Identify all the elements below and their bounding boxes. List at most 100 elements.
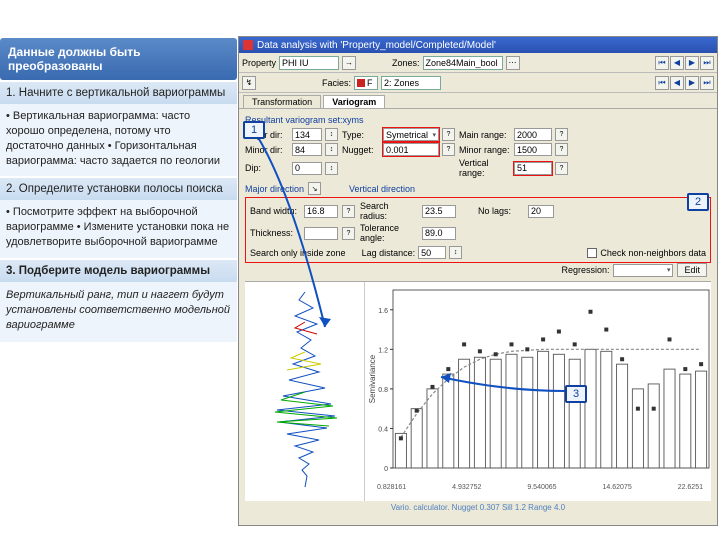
- check-nonneighbors-label: Check non-neighbors data: [600, 248, 706, 258]
- nugget-help-icon[interactable]: ?: [442, 143, 455, 156]
- band-field[interactable]: 16.8: [304, 205, 338, 218]
- nav2-last-icon[interactable]: ⏭: [700, 76, 714, 90]
- radius-label: Search radius:: [360, 201, 418, 221]
- thick-field[interactable]: [304, 227, 338, 240]
- section-label: Resultant variogram set:xyms: [245, 115, 711, 125]
- type-help-icon[interactable]: ?: [442, 128, 455, 141]
- lagdist-icon[interactable]: ↕: [449, 246, 462, 259]
- window-title: Data analysis with 'Property_model/Compl…: [257, 40, 496, 51]
- nav-cluster-2: ⏮ ◀ ▶ ⏭: [655, 76, 714, 90]
- facies-label: Facies:: [322, 78, 351, 88]
- zone-level-select[interactable]: 2: Zones: [381, 76, 441, 90]
- type-select[interactable]: Symetrical: [383, 128, 439, 141]
- type-label: Type:: [342, 130, 380, 140]
- app-icon: [243, 40, 253, 50]
- svg-text:0.4: 0.4: [378, 426, 388, 433]
- search-only-label: Search only inside zone: [250, 248, 346, 258]
- zones-select[interactable]: Zone84Main_bool: [423, 56, 503, 70]
- vertical-range-field[interactable]: 51: [514, 162, 552, 175]
- minor-dir-field[interactable]: 84: [292, 143, 322, 156]
- tabs: Transformation Variogram: [239, 93, 717, 109]
- chart-row: 00.40.81.21.6Semivariance 0.828161 4.932…: [245, 281, 711, 501]
- instruction-panel: Данные должны быть преобразованы 1. Начн…: [0, 38, 237, 342]
- direction-row: Major direction ↘ Vertical direction: [245, 182, 711, 195]
- content: Resultant variogram set:xyms Major dir: …: [239, 109, 717, 516]
- arrow-icon[interactable]: →: [342, 56, 356, 70]
- thick-help-icon[interactable]: ?: [342, 227, 355, 240]
- nav-last-icon[interactable]: ⏭: [700, 56, 714, 70]
- tol-label: Tolerance angle:: [360, 223, 418, 243]
- nolags-label: No lags:: [478, 206, 524, 216]
- lagdist-label: Lag distance:: [362, 248, 416, 258]
- check-nonneighbors-checkbox[interactable]: [587, 248, 597, 258]
- major-dir-field[interactable]: 134: [292, 128, 322, 141]
- nugget-label: Nugget:: [342, 145, 380, 155]
- vertical-trace-icon: [245, 282, 365, 502]
- step2-body: • Посмотрите эффект на выборочной вариог…: [0, 200, 237, 258]
- dip-label: Dip:: [245, 163, 289, 173]
- nugget-field[interactable]: 0.001: [383, 143, 439, 156]
- panel-header: Данные должны быть преобразованы: [0, 38, 237, 80]
- minor-range-label: Minor range:: [459, 145, 511, 155]
- nav2-first-icon[interactable]: ⏮: [655, 76, 669, 90]
- major-dir-icon[interactable]: ↘: [308, 182, 321, 195]
- nav-cluster-top: ⏮ ◀ ▶ ⏭: [655, 56, 714, 70]
- svg-text:Semivariance: Semivariance: [368, 354, 377, 403]
- nolags-field[interactable]: 20: [528, 205, 554, 218]
- radius-field[interactable]: 23.5: [422, 205, 456, 218]
- svg-text:1.6: 1.6: [378, 308, 388, 315]
- zones-label: Zones:: [392, 58, 420, 68]
- svg-text:1.2: 1.2: [378, 347, 388, 354]
- lagdist-field[interactable]: 50: [418, 246, 446, 259]
- property-select[interactable]: PHI IU: [279, 56, 339, 70]
- step1-title: 1. Начните с вертикальной вариограммы: [0, 82, 237, 104]
- facies-select[interactable]: F: [354, 76, 378, 90]
- app-window: Data analysis with 'Property_model/Compl…: [238, 36, 718, 526]
- regression-label: Regression:: [561, 265, 609, 275]
- callout-3: 3: [565, 385, 587, 403]
- chart-left: [245, 282, 365, 501]
- zone-edit-icon[interactable]: ⋯: [506, 56, 520, 70]
- titlebar: Data analysis with 'Property_model/Compl…: [239, 37, 717, 53]
- link-icon[interactable]: ↯: [242, 76, 256, 90]
- tab-variogram[interactable]: Variogram: [323, 95, 385, 108]
- search-box: Band width: 16.8 ? Search radius: 23.5 N…: [245, 197, 711, 263]
- tol-field[interactable]: 89.0: [422, 227, 456, 240]
- nav2-next-icon[interactable]: ▶: [685, 76, 699, 90]
- step2-title: 2. Определите установки полосы поиска: [0, 178, 237, 200]
- property-label: Property: [242, 58, 276, 68]
- x-axis-ticks: 0.828161 4.932752 9.540065 14.62075 22.6…: [365, 484, 715, 491]
- toolbar-property: Property PHI IU → Zones: Zone84Main_bool…: [239, 53, 717, 73]
- nav-next-icon[interactable]: ▶: [685, 56, 699, 70]
- stepper2-icon[interactable]: ↕: [325, 143, 338, 156]
- nav2-prev-icon[interactable]: ◀: [670, 76, 684, 90]
- svg-text:0: 0: [384, 466, 388, 473]
- nav-first-icon[interactable]: ⏮: [655, 56, 669, 70]
- vertical-range-label: Vertical range:: [459, 158, 511, 178]
- chart-caption: Vario. calculator. Nugget 0.307 Sill 1.2…: [245, 503, 711, 512]
- edit-button[interactable]: Edit: [677, 263, 707, 277]
- step3-title: 3. Подберите модель вариограммы: [0, 260, 237, 282]
- nav-prev-icon[interactable]: ◀: [670, 56, 684, 70]
- vrange-help-icon[interactable]: ?: [555, 162, 568, 175]
- callout-1: 1: [243, 121, 265, 139]
- regression-select[interactable]: [613, 264, 673, 277]
- toolbar-facies: ↯ Facies: F 2: Zones ⏮ ◀ ▶ ⏭: [239, 73, 717, 93]
- regression-bar: Regression: Edit: [561, 263, 707, 277]
- main-range-field[interactable]: 2000: [514, 128, 552, 141]
- dip-field[interactable]: 0: [292, 162, 322, 175]
- stepper-icon[interactable]: ↕: [325, 128, 338, 141]
- vertical-direction-label: Vertical direction: [349, 184, 415, 194]
- major-direction-label: Major direction: [245, 184, 304, 194]
- minor-dir-label: Minor dir:: [245, 145, 289, 155]
- tab-transformation[interactable]: Transformation: [243, 95, 321, 108]
- minor-range-field[interactable]: 1500: [514, 143, 552, 156]
- panel-bottom: Вертикальный ранг, тип и наггет будут ус…: [0, 282, 237, 343]
- main-range-label: Main range:: [459, 130, 511, 140]
- band-help-icon[interactable]: ?: [342, 205, 355, 218]
- stepper3-icon[interactable]: ↕: [325, 162, 338, 175]
- callout-2: 2: [687, 193, 709, 211]
- svg-text:0.8: 0.8: [378, 387, 388, 394]
- minor-range-help-icon[interactable]: ?: [555, 143, 568, 156]
- main-range-help-icon[interactable]: ?: [555, 128, 568, 141]
